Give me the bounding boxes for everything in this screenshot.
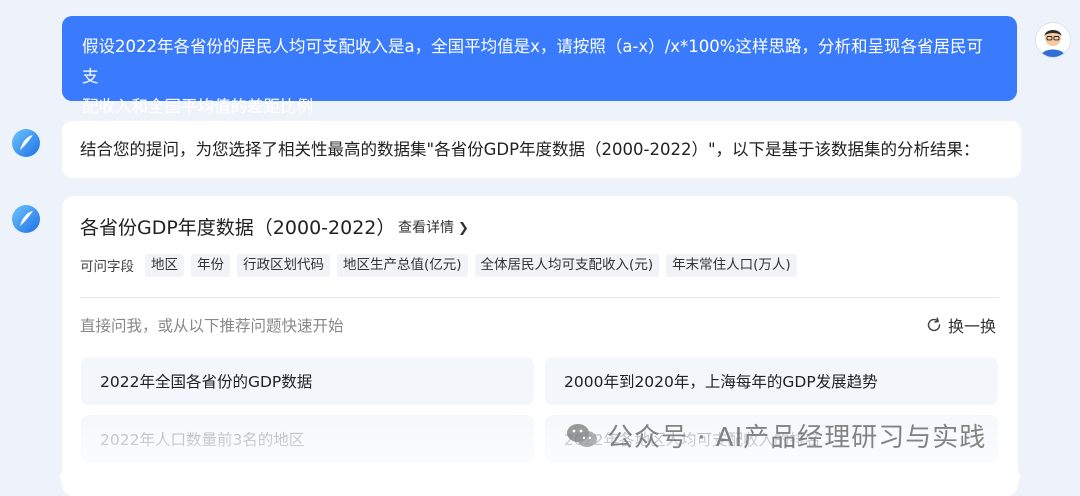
suggestion-hint: 直接问我，或从以下推荐问题快速开始 [80, 317, 344, 335]
assistant-logo-icon [11, 128, 41, 158]
divider [80, 297, 999, 298]
bottom-bar-right [900, 468, 1020, 488]
field-tag: 年末常住人口(万人) [666, 253, 797, 277]
suggested-question[interactable]: 2022年全国各省份的GDP数据 [81, 357, 534, 405]
dataset-title: 各省份GDP年度数据（2000-2022） [80, 217, 396, 239]
suggested-question[interactable]: 2000年到2020年，上海每年的GDP发展趋势 [545, 357, 998, 405]
field-tag: 地区生产总值(亿元) [337, 253, 468, 277]
refresh-icon [927, 317, 941, 332]
view-details-link[interactable]: 查看详情 ❯ [398, 217, 469, 237]
askable-fields: 可问字段 地区 年份 行政区划代码 地区生产总值(亿元) 全体居民人均可支配收入… [80, 253, 797, 277]
watermark: 公众号 · AI产品经理研习与实践 [565, 417, 986, 454]
field-tag: 年份 [191, 253, 230, 277]
field-tag: 全体居民人均可支配收入(元) [474, 253, 660, 277]
watermark-text: 公众号 · AI产品经理研习与实践 [607, 423, 987, 453]
user-message-line-2: 配收入和全国平均值的差距比例 [82, 97, 313, 116]
user-message-line-1: 假设2022年各省份的居民人均可支配收入是a，全国平均值是x，请按照（a-x）/… [82, 37, 983, 86]
refresh-button[interactable]: 换一换 [926, 313, 996, 337]
user-message-bubble: 假设2022年各省份的居民人均可支配收入是a，全国平均值是x，请按照（a-x）/… [62, 16, 1017, 116]
wechat-icon [567, 423, 597, 447]
assistant-message: 结合您的提问，为您选择了相关性最高的数据集"各省份GDP年度数据（2000-20… [62, 121, 1021, 178]
suggested-question-text: 2022年全国各省份的GDP数据 [100, 373, 313, 391]
field-tag: 行政区划代码 [237, 253, 330, 277]
field-tag: 地区 [145, 253, 184, 277]
assistant-message-text: 结合您的提问，为您选择了相关性最高的数据集"各省份GDP年度数据（2000-20… [80, 140, 980, 159]
chevron-right-icon: ❯ [458, 221, 469, 236]
askable-fields-label: 可问字段 [80, 259, 134, 275]
bottom-bar-left [60, 468, 480, 488]
view-details-label: 查看详情 [398, 220, 454, 236]
user-avatar-icon [1036, 23, 1070, 57]
refresh-label: 换一换 [947, 317, 996, 336]
suggested-question-text: 2022年人口数量前3名的地区 [100, 431, 305, 449]
assistant-logo-icon [11, 204, 41, 234]
user-avatar[interactable] [1036, 23, 1070, 57]
suggested-question-text: 2000年到2020年，上海每年的GDP发展趋势 [564, 373, 878, 391]
suggested-question[interactable]: 2022年人口数量前3名的地区 [81, 415, 534, 463]
